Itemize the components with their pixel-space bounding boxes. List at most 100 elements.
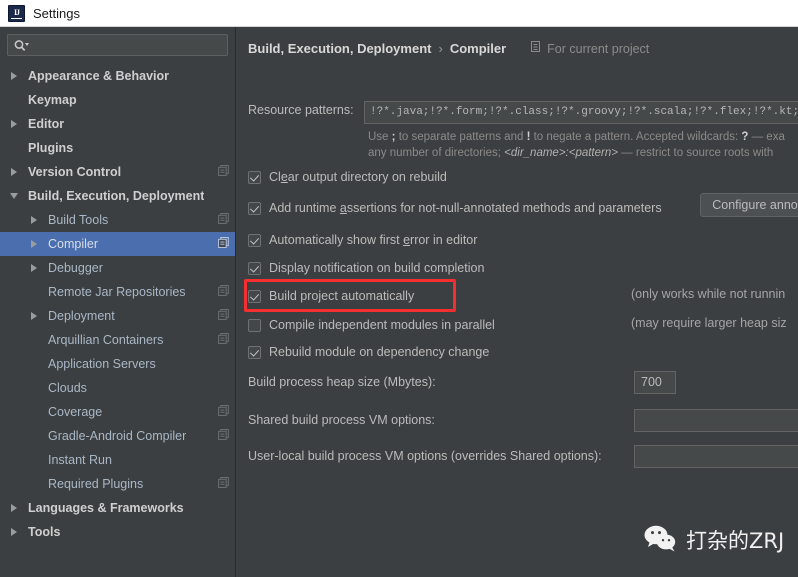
- scope-indicator[interactable]: For current project: [530, 41, 649, 56]
- scope-label: For current project: [547, 41, 650, 56]
- sidebar-item-clouds[interactable]: Clouds: [0, 376, 235, 400]
- sidebar-item-keymap[interactable]: Keymap: [0, 88, 235, 112]
- checkbox-rebuild-module-on-dependency[interactable]: Rebuild module on dependency change: [248, 343, 489, 361]
- chevron-right-icon[interactable]: [30, 311, 40, 321]
- resource-patterns-hint-line2: any number of directories; <dir_name>:<p…: [368, 147, 773, 159]
- checkbox-label: Build project automatically: [269, 289, 414, 303]
- sidebar-item-label: Clouds: [48, 381, 87, 395]
- breadcrumb-leaf: Compiler: [449, 41, 507, 56]
- sidebar-item-arquillian-containers[interactable]: Arquillian Containers: [0, 328, 235, 352]
- sidebar-item-label: Remote Jar Repositories: [48, 285, 186, 299]
- project-scope-icon: [530, 41, 542, 56]
- chevron-right-icon[interactable]: [10, 119, 20, 129]
- sidebar-item-label: Languages & Frameworks: [28, 501, 184, 515]
- hint2-italic: <dir_name>:<pattern>: [504, 147, 618, 159]
- checkbox-checked-icon[interactable]: [248, 170, 261, 184]
- sidebar-item-label: Compiler: [48, 237, 99, 251]
- chevron-right-icon[interactable]: [30, 263, 40, 273]
- sidebar-item-debugger[interactable]: Debugger: [0, 256, 235, 280]
- checkbox-checked-icon[interactable]: [248, 289, 261, 303]
- checkbox-checked-icon[interactable]: [248, 261, 261, 275]
- chevron-right-icon[interactable]: [30, 215, 40, 225]
- label-build-process-heap-size: Build process heap size (Mbytes):: [248, 375, 436, 389]
- checkbox-label: Compile independent modules in parallel: [269, 318, 495, 332]
- checkbox-clear-output-directory-on[interactable]: Clear output directory on rebuild: [248, 168, 447, 186]
- sidebar-item-instant-run[interactable]: Instant Run: [0, 448, 235, 472]
- chevron-right-icon[interactable]: [10, 167, 20, 177]
- checkbox-checked-icon[interactable]: [248, 201, 261, 215]
- sidebar-item-coverage[interactable]: Coverage: [0, 400, 235, 424]
- sidebar-item-tools[interactable]: Tools: [0, 520, 235, 544]
- checkbox-compile-independent-modules-in[interactable]: Compile independent modules in parallel: [248, 316, 495, 334]
- breadcrumb-separator-icon: ›: [438, 41, 443, 56]
- chevron-right-icon[interactable]: [30, 239, 40, 249]
- project-scope-icon: [218, 333, 229, 347]
- project-scope-icon: [218, 285, 229, 299]
- sidebar-item-build-execution-deployment[interactable]: Build, Execution, Deployment: [0, 184, 235, 208]
- configure-annotations-button[interactable]: Configure anno: [700, 193, 798, 217]
- checkbox-unchecked-icon[interactable]: [248, 318, 261, 332]
- sidebar-item-compiler[interactable]: Compiler: [0, 232, 235, 256]
- checkbox-label: Rebuild module on dependency change: [269, 345, 489, 359]
- label-user-local-build-process: User-local build process VM options (ove…: [248, 449, 602, 463]
- checkbox-automatically-show-first-error[interactable]: Automatically show first error in editor: [248, 231, 477, 249]
- checkbox-label-post: ssertions for not-null-annotated methods…: [346, 201, 662, 215]
- checkbox-label-pre: Compile independent modules in parallel: [269, 318, 495, 332]
- sidebar-item-editor[interactable]: Editor: [0, 112, 235, 136]
- chevron-right-icon[interactable]: [10, 503, 20, 513]
- window-title: Settings: [33, 5, 80, 21]
- checkbox-label-pre: Display notification on build completion: [269, 261, 485, 275]
- checkbox-add-runtime-assertions-for[interactable]: Add runtime assertions for not-null-anno…: [248, 199, 662, 217]
- sidebar-item-deployment[interactable]: Deployment: [0, 304, 235, 328]
- checkbox-checked-icon[interactable]: [248, 233, 261, 247]
- title-bar: Settings: [0, 0, 798, 27]
- checkbox-checked-icon[interactable]: [248, 345, 261, 359]
- sidebar-item-version-control[interactable]: Version Control: [0, 160, 235, 184]
- checkbox-build-project-automatically[interactable]: Build project automatically: [248, 287, 414, 305]
- checkbox-label-pre: Rebuild module on dependency change: [269, 345, 490, 359]
- checkbox-label-pre: Add runtime: [269, 201, 340, 215]
- sidebar-item-required-plugins[interactable]: Required Plugins: [0, 472, 235, 496]
- checkbox-label-pre: Cl: [269, 170, 281, 184]
- sidebar-item-label: Application Servers: [48, 357, 156, 371]
- breadcrumb-root[interactable]: Build, Execution, Deployment: [248, 41, 431, 56]
- sidebar-item-build-tools[interactable]: Build Tools: [0, 208, 235, 232]
- chevron-right-icon[interactable]: [10, 527, 20, 537]
- sidebar-item-label: Build Tools: [48, 213, 109, 227]
- chevron-down-icon[interactable]: [10, 191, 20, 201]
- search-icon: [14, 39, 29, 52]
- hint2-pre: any number of directories;: [368, 147, 505, 159]
- watermark: 打杂的ZRJ: [643, 524, 784, 555]
- sidebar-item-label: Required Plugins: [48, 477, 144, 491]
- sidebar-item-application-servers[interactable]: Application Servers: [0, 352, 235, 376]
- checkbox-display-notification-on-build[interactable]: Display notification on build completion: [248, 259, 484, 277]
- search-box[interactable]: [7, 34, 228, 56]
- settings-sidebar: Appearance & Behavior Keymap Editor Plugins…: [0, 27, 236, 577]
- chevron-right-icon[interactable]: [10, 71, 20, 81]
- label-shared-build-process-vm: Shared build process VM options:: [248, 413, 435, 427]
- sidebar-item-plugins[interactable]: Plugins: [0, 136, 235, 160]
- checkbox-label-post: ar output directory on rebuild: [287, 170, 447, 184]
- breadcrumb: Build, Execution, Deployment › Compiler …: [248, 41, 649, 56]
- sidebar-item-languages-frameworks[interactable]: Languages & Frameworks: [0, 496, 235, 520]
- sidebar-item-remote-jar-repositories[interactable]: Remote Jar Repositories: [0, 280, 235, 304]
- input-build-process-heap-size[interactable]: 700: [634, 371, 676, 394]
- sidebar-item-appearance-behavior[interactable]: Appearance & Behavior: [0, 64, 235, 88]
- checkbox-label-mnemonic: e: [403, 233, 411, 247]
- resource-patterns-input[interactable]: !?*.java;!?*.form;!?*.class;!?*.groovy;!…: [364, 101, 798, 124]
- input-user-local-build-process[interactable]: [634, 445, 798, 468]
- sidebar-item-label: Coverage: [48, 405, 103, 419]
- watermark-text: 打杂的ZRJ: [686, 528, 785, 553]
- settings-tree: Appearance & Behavior Keymap Editor Plugins…: [0, 64, 235, 544]
- input-shared-build-process-vm[interactable]: [634, 409, 798, 432]
- search-input[interactable]: [29, 36, 227, 54]
- resource-patterns-row: Resource patterns:: [248, 103, 354, 117]
- sidebar-item-gradle-android-compiler[interactable]: Gradle-Android Compiler: [0, 424, 235, 448]
- checkbox-label-post: rror in editor: [410, 233, 478, 247]
- sidebar-item-label: Gradle-Android Compiler: [48, 429, 187, 443]
